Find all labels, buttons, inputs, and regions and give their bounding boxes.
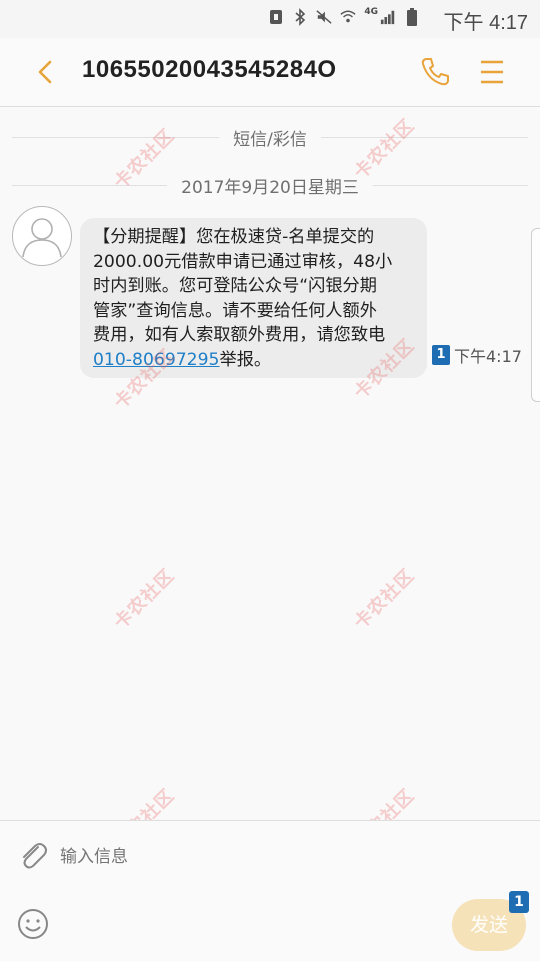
- signal-icon: [380, 10, 395, 25]
- sim-badge: 1: [432, 345, 450, 365]
- watermark: 卡农社区: [110, 565, 179, 634]
- message-type-separator: 短信/彩信: [12, 122, 528, 152]
- message-line: 【分期提醒】您在极速贷-名单提交的: [93, 227, 375, 247]
- status-icons: 4G: [268, 7, 420, 26]
- bluetooth-icon: [295, 8, 306, 26]
- phone-number-link[interactable]: 010-80697295: [93, 350, 220, 370]
- mute-icon: [316, 10, 332, 24]
- message-line: 时内到账。您可登陆公众号“闪银分期: [93, 276, 377, 296]
- menu-icon[interactable]: [478, 57, 506, 87]
- battery-icon: [407, 8, 417, 26]
- edge-panel-handle[interactable]: [531, 228, 540, 402]
- send-sim-badge: 1: [509, 891, 529, 913]
- date-label: 2017年9月20日星期三: [181, 177, 359, 198]
- message-time: 下午4:17: [454, 347, 522, 366]
- status-time: 下午 4:17: [443, 12, 528, 34]
- status-bar: 4G 下午 4:17: [0, 0, 540, 38]
- message-tail: 举报。: [219, 349, 272, 370]
- message-input[interactable]: [60, 843, 420, 871]
- back-arrow-icon[interactable]: [30, 56, 62, 88]
- message-line: 2000.00元借款申请已通过审核，48小: [93, 251, 393, 272]
- message-line: 管家”查询信息。请不要给任何人额外: [93, 300, 377, 321]
- message-line: 费用，如有人索取额外费用，请您致电: [93, 325, 386, 345]
- network-type: 4G: [364, 7, 378, 17]
- message-type-label: 短信/彩信: [233, 129, 307, 150]
- conversation-title: 10655020043545284O: [82, 56, 337, 83]
- conversation-header: 10655020043545284O: [0, 38, 540, 107]
- person-icon: [22, 218, 62, 258]
- avatar[interactable]: [12, 206, 72, 266]
- attach-icon[interactable]: [16, 839, 50, 873]
- phone-icon[interactable]: [418, 54, 452, 88]
- emoji-icon[interactable]: [16, 907, 50, 941]
- message-last-line: 010-80697295举报。: [93, 348, 415, 373]
- date-separator: 2017年9月20日星期三: [12, 170, 528, 200]
- watermark: 卡农社区: [350, 565, 419, 634]
- nfc-icon: [270, 10, 283, 24]
- message-meta: 1 下午4:17: [432, 343, 522, 367]
- wifi-icon: [340, 10, 356, 23]
- message-bubble[interactable]: 【分期提醒】您在极速贷-名单提交的 2000.00元借款申请已通过审核，48小 …: [80, 218, 427, 378]
- message-composer: 发送 1: [0, 820, 540, 961]
